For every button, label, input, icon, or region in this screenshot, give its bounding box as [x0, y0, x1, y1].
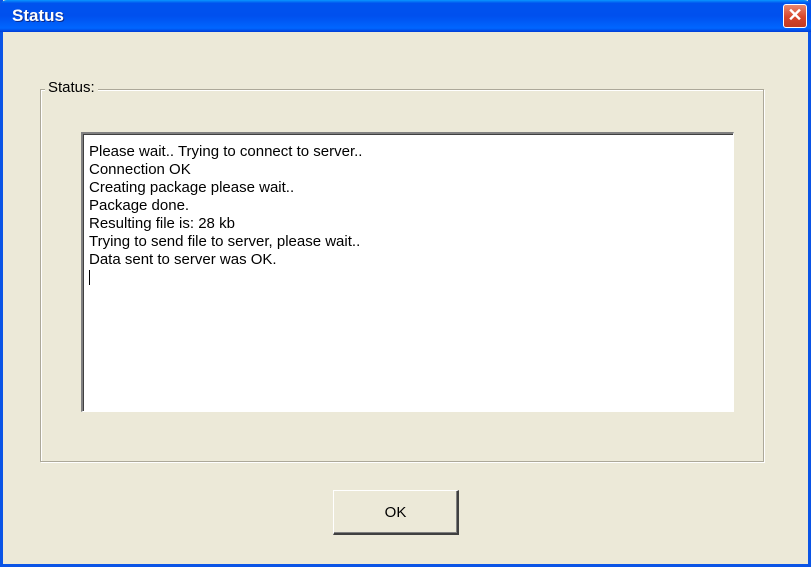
title-bar[interactable]: Status ✕: [0, 0, 811, 32]
log-line: Resulting file is: 28 kb: [89, 215, 235, 232]
log-line: Creating package please wait..: [89, 179, 295, 196]
window-title: Status: [12, 6, 64, 25]
status-group-label: Status:: [45, 79, 98, 96]
close-icon: ✕: [787, 5, 803, 25]
status-log-textarea[interactable]: Please wait.. Trying to connect to serve…: [81, 132, 734, 412]
log-line: Data sent to server was OK.: [89, 251, 277, 268]
ok-button[interactable]: OK: [333, 490, 459, 535]
log-line: Please wait.. Trying to connect to serve…: [89, 143, 363, 160]
log-line: Trying to send file to server, please wa…: [89, 233, 361, 250]
status-dialog: Status ✕ Status: Please wait.. Trying to…: [0, 0, 811, 567]
log-line: Connection OK: [89, 161, 191, 178]
close-button[interactable]: ✕: [783, 4, 807, 28]
text-caret: [89, 270, 90, 285]
log-line: Package done.: [89, 197, 190, 214]
